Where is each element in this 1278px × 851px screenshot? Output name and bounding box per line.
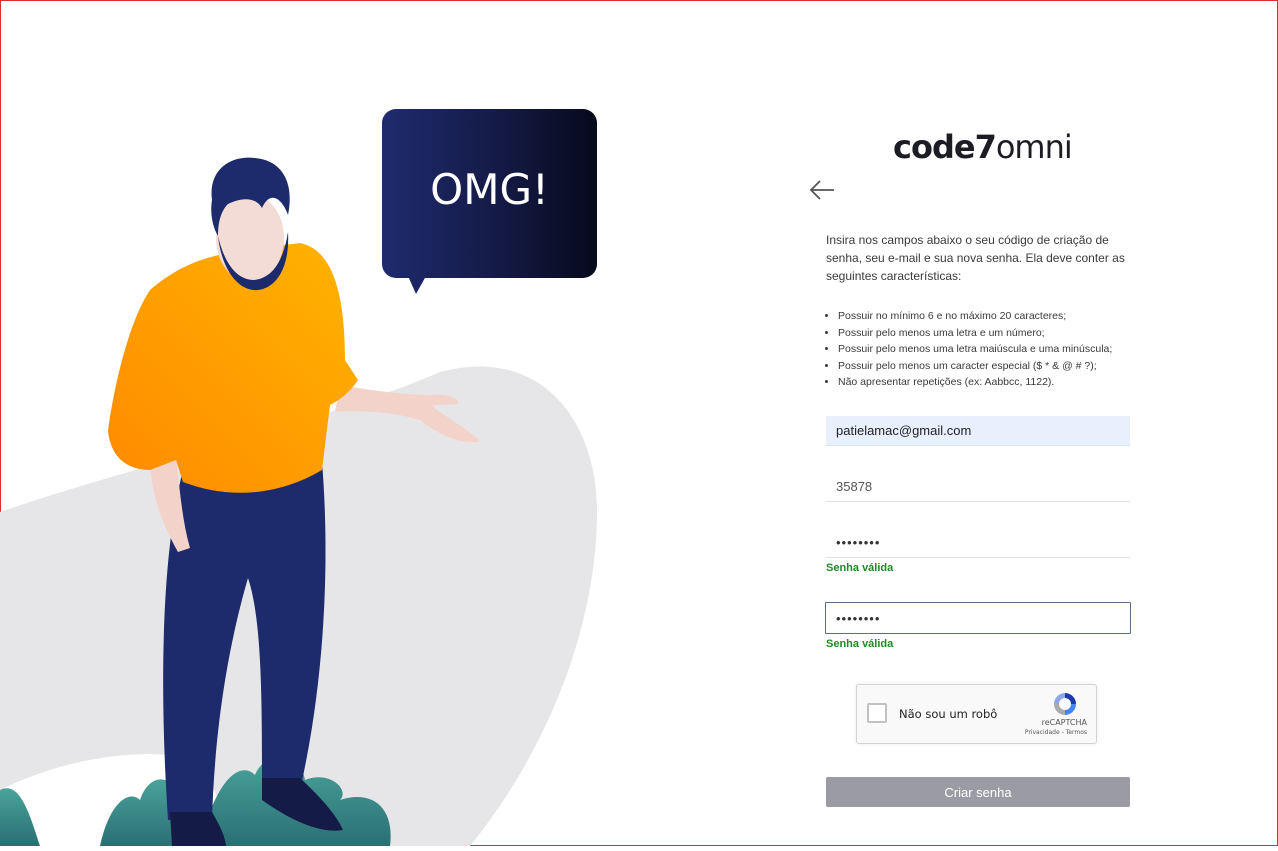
- brand-logo: code7omni: [893, 128, 1073, 166]
- back-button[interactable]: [808, 178, 836, 202]
- rule-item: Não apresentar repetições (ex: Aabbcc, 1…: [838, 374, 1148, 391]
- shirt: [108, 243, 358, 493]
- speech-bubble: OMG!: [382, 109, 597, 278]
- recaptcha-brand: reCAPTCHA: [1041, 718, 1087, 727]
- password-status: Senha válida: [826, 562, 894, 574]
- hero-illustration: OMG!: [0, 0, 640, 846]
- confirm-password-field[interactable]: [825, 602, 1131, 634]
- rule-item: Possuir pelo menos um caracter especial …: [838, 358, 1148, 375]
- rule-item: Possuir pelo menos uma letra maiúscula e…: [838, 341, 1148, 358]
- password-rules-list: Possuir no mínimo 6 e no máximo 20 carac…: [826, 308, 1148, 391]
- recaptcha-icon: [1054, 693, 1076, 715]
- logo-light-text: omni: [995, 128, 1073, 166]
- recaptcha-checkbox[interactable]: [867, 703, 887, 723]
- recaptcha-links: Privacidade - Termos: [1025, 729, 1087, 736]
- rule-item: Possuir no mínimo 6 e no máximo 20 carac…: [838, 308, 1148, 325]
- speech-bubble-text: OMG!: [430, 165, 549, 214]
- instructions-text: Insira nos campos abaixo o seu código de…: [826, 233, 1125, 283]
- speech-bubble-tail: [408, 276, 426, 294]
- logo-bold-text: code7: [893, 128, 997, 166]
- email-field[interactable]: [826, 416, 1130, 446]
- create-password-button[interactable]: Criar senha: [826, 777, 1130, 807]
- recaptcha-label: Não sou um robô: [899, 707, 998, 721]
- confirm-password-status: Senha válida: [826, 638, 894, 650]
- recaptcha-widget: Não sou um robô reCAPTCHA Privacidade - …: [856, 684, 1097, 744]
- face: [216, 194, 284, 282]
- recaptcha-terms-link[interactable]: Termos: [1066, 729, 1087, 736]
- arrow-left-icon: [809, 180, 834, 200]
- code-field[interactable]: [826, 472, 1130, 502]
- rule-item: Possuir pelo menos uma letra e um número…: [838, 325, 1148, 342]
- recaptcha-privacy-link[interactable]: Privacidade: [1025, 729, 1060, 736]
- password-field[interactable]: [826, 528, 1130, 558]
